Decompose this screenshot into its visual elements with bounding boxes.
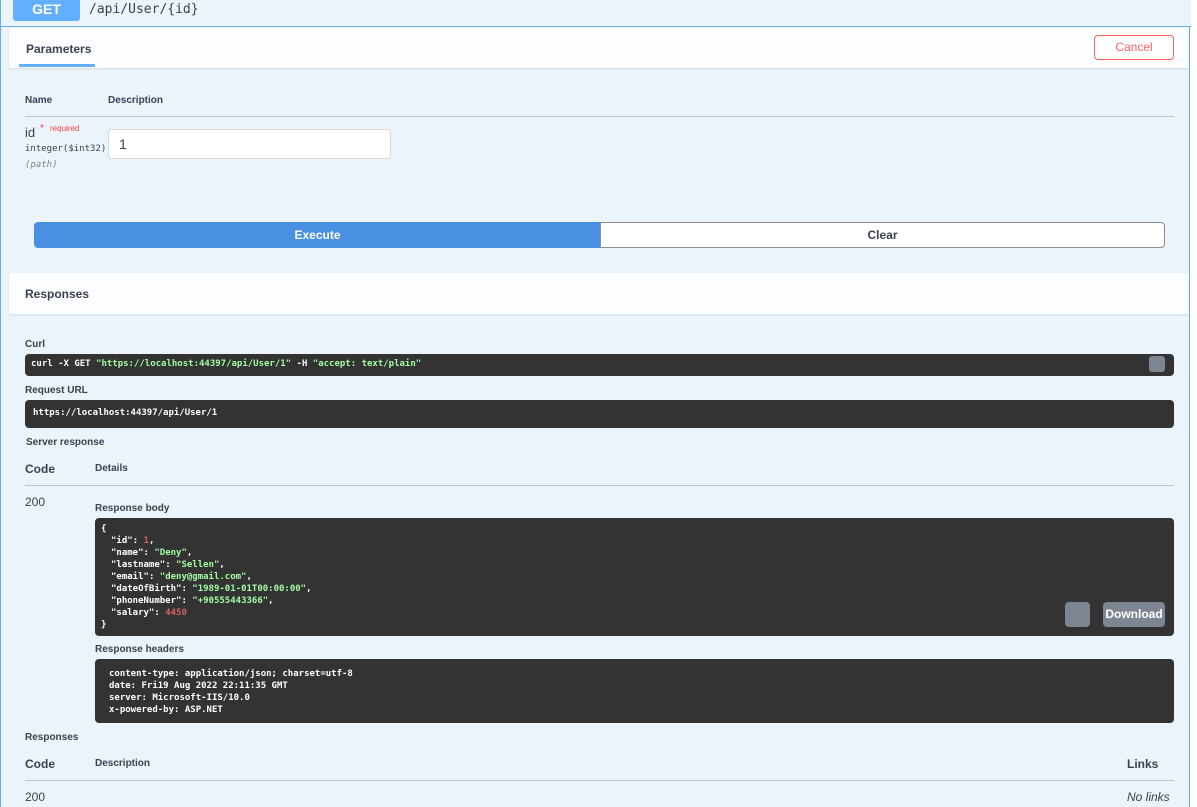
responses-label: Responses <box>25 732 79 743</box>
clear-button[interactable]: Clear <box>600 222 1165 248</box>
required-label: required <box>50 124 80 133</box>
curl-prefix: curl -X GET <box>31 359 97 369</box>
divider <box>25 485 1174 486</box>
json-line-phone: "phoneNumber": "+90555443366", <box>111 596 274 606</box>
responses-code: 200 <box>25 790 46 804</box>
response-code: 200 <box>25 495 46 509</box>
col-description: Description <box>108 95 164 106</box>
divider <box>25 116 1174 117</box>
json-line-salary: "salary": 4450 <box>111 608 187 618</box>
request-url-label: Request URL <box>25 385 88 396</box>
header-line: date: Fri19 Aug 2022 22:11:35 GMT <box>109 681 288 691</box>
response-headers[interactable]: content-type: application/json; charset=… <box>95 659 1174 723</box>
copy-body-icon[interactable] <box>1065 602 1090 627</box>
required-star: * <box>40 123 44 134</box>
brace-open: { <box>101 524 107 534</box>
curl-flag: -H <box>291 359 313 369</box>
response-body[interactable]: { "id": 1, "name": "Deny", "lastname": "… <box>95 518 1174 636</box>
responses-links: No links <box>1127 790 1170 804</box>
tab-parameters[interactable]: Parameters <box>26 42 91 56</box>
copy-curl-icon[interactable] <box>1149 356 1165 372</box>
request-url-value[interactable]: https://localhost:44397/api/User/1 <box>25 400 1174 428</box>
responses-col-links: Links <box>1127 757 1159 771</box>
divider <box>25 780 1174 781</box>
col-name: Name <box>25 95 53 106</box>
curl-accept: "accept: text/plain" <box>312 359 422 369</box>
param-type: integer($int32) <box>25 144 107 154</box>
cancel-button[interactable]: Cancel <box>1094 35 1174 60</box>
response-body-label: Response body <box>95 503 170 514</box>
json-line-dob: "dateOfBirth": "1989-01-01T00:00:00", <box>111 584 312 594</box>
json-line-name: "name": "Deny", <box>111 548 193 558</box>
server-response-label: Server response <box>26 437 105 448</box>
responses-title: Responses <box>25 287 90 301</box>
operation-summary[interactable]: GET /api/User/{id} <box>1 0 1191 27</box>
header-line: x-powered-by: ASP.NET <box>109 705 223 715</box>
responses-col-description: Description <box>95 758 151 769</box>
json-line-email: "email": "deny@gmail.com", <box>111 572 252 582</box>
param-in: (path) <box>25 160 58 170</box>
execute-button[interactable]: Execute <box>34 222 601 248</box>
download-button[interactable]: Download <box>1103 602 1165 627</box>
curl-label: Curl <box>25 339 45 350</box>
json-line-id: "id": 1, <box>111 536 155 546</box>
tab-underline <box>19 64 95 67</box>
operation-block: GET /api/User/{id} Parameters Cancel Nam… <box>0 0 1191 807</box>
responses-col-code: Code <box>25 757 55 771</box>
header-line: content-type: application/json; charset=… <box>109 669 353 679</box>
col-code: Code <box>25 462 55 476</box>
parameters-header: Parameters <box>9 28 1189 68</box>
curl-url: "https://localhost:44397/api/User/1" <box>96 359 292 369</box>
brace-close: } <box>101 620 107 630</box>
endpoint-path: /api/User/{id} <box>89 2 199 17</box>
id-input[interactable] <box>108 129 391 159</box>
responses-header: Responses <box>9 273 1189 314</box>
header-line: server: Microsoft-IIS/10.0 <box>109 693 250 703</box>
method-badge: GET <box>13 0 80 21</box>
col-details: Details <box>95 463 128 474</box>
json-line-lastname: "lastname": "Sellen", <box>111 560 225 570</box>
response-headers-label: Response headers <box>95 644 184 655</box>
curl-command[interactable]: curl -X GET "https://localhost:44397/api… <box>25 354 1174 376</box>
param-name: id <box>25 125 36 140</box>
